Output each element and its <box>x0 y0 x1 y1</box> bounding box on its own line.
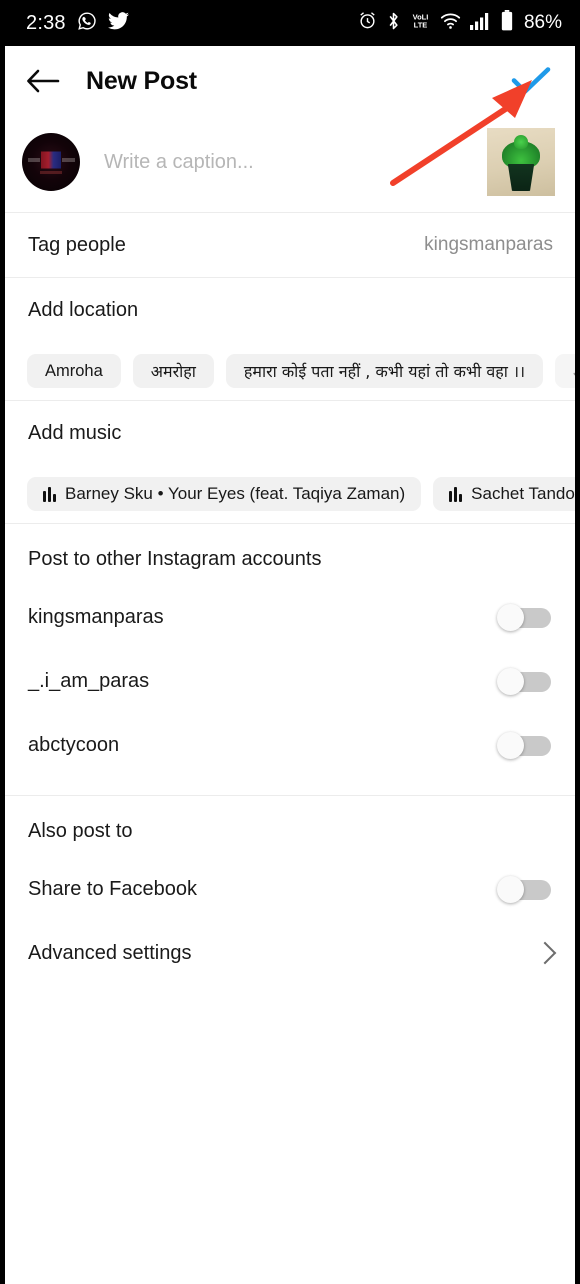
caption-input[interactable] <box>102 149 487 175</box>
toggle-knob <box>497 604 524 631</box>
check-icon <box>511 67 551 94</box>
avatar-decor-bottom <box>40 171 62 174</box>
avatar-image-content <box>41 151 61 169</box>
advanced-settings-row[interactable]: Advanced settings <box>5 921 575 985</box>
status-bar: 2:38 VoLI LTE 86% <box>0 0 580 46</box>
toggle-knob <box>497 732 524 759</box>
account-label: _.i_am_paras <box>28 669 150 692</box>
music-chip[interactable]: Sachet Tandon • Maiyya Main <box>433 477 575 511</box>
location-chip[interactable]: हमारा कोई पता नहीं , कभी यहां तो कभी वहा… <box>225 354 544 388</box>
share-to-facebook-row: Share to Facebook <box>5 857 575 921</box>
status-bar-right: VoLI LTE 86% <box>358 10 562 36</box>
music-chip-label: Barney Sku • Your Eyes (feat. Taqiya Zam… <box>65 484 406 503</box>
phone-screen: 2:38 VoLI LTE 86% New Post Write a capti… <box>0 0 580 1284</box>
status-bar-clock: 2:38 <box>26 11 66 34</box>
alarm-icon <box>358 11 377 35</box>
toggle-knob <box>497 668 524 695</box>
app-content: New Post Tag people <box>5 46 575 1284</box>
music-chip-label: Sachet Tandon • Maiyya Main <box>471 484 575 503</box>
account-toggle-i-am-paras[interactable] <box>497 668 551 695</box>
location-suggestion-chips[interactable]: Amroha अमरोहा हमारा कोई पता नहीं , कभी य… <box>5 342 575 400</box>
account-row-i-am-paras: _.i_am_paras <box>5 649 575 713</box>
share-to-facebook-label: Share to Facebook <box>28 877 197 900</box>
back-arrow-icon <box>27 69 60 93</box>
account-label: abctycoon <box>28 733 120 756</box>
advanced-settings-label: Advanced settings <box>28 941 192 964</box>
battery-percentage: 86% <box>523 12 562 33</box>
add-music-row[interactable]: Add music <box>5 401 575 465</box>
cellular-signal-icon <box>469 12 492 35</box>
tag-people-value: kingsmanparas <box>424 234 553 255</box>
location-chip[interactable]: Jewelle <box>555 354 575 388</box>
toggle-knob <box>497 876 524 903</box>
also-post-to-heading: Also post to <box>28 820 133 842</box>
account-toggle-kingsmanparas[interactable] <box>497 604 551 631</box>
tag-people-label: Tag people <box>28 233 126 256</box>
battery-icon <box>501 10 513 36</box>
page-title: New Post <box>86 66 197 95</box>
chevron-right-icon <box>533 941 557 965</box>
account-row-abctycoon: abctycoon <box>5 713 575 777</box>
add-music-label: Add music <box>28 421 122 444</box>
add-location-row[interactable]: Add location <box>5 278 575 342</box>
caption-row <box>5 116 575 212</box>
music-chip[interactable]: Barney Sku • Your Eyes (feat. Taqiya Zam… <box>27 477 422 511</box>
other-accounts-heading: Post to other Instagram accounts <box>28 548 322 570</box>
status-bar-left: 2:38 <box>26 11 129 36</box>
account-label: kingsmanparas <box>28 605 164 628</box>
tag-people-row[interactable]: Tag people kingsmanparas <box>5 213 575 277</box>
share-to-facebook-toggle[interactable] <box>497 876 551 903</box>
add-location-label: Add location <box>28 298 139 321</box>
location-chip[interactable]: Amroha <box>27 354 121 388</box>
account-row-kingsmanparas: kingsmanparas <box>5 585 575 649</box>
thumbnail-pot <box>507 164 535 191</box>
svg-text:LTE: LTE <box>414 21 428 30</box>
back-button[interactable] <box>22 60 64 102</box>
avatar-decor-right <box>62 158 75 162</box>
avatar-decor-left <box>28 158 40 162</box>
music-note-icon <box>449 486 463 502</box>
account-toggle-abctycoon[interactable] <box>497 732 551 759</box>
confirm-check-button[interactable] <box>507 57 555 105</box>
twitter-icon <box>107 11 129 35</box>
volte-icon: VoLI LTE <box>410 11 431 35</box>
music-suggestion-chips[interactable]: Barney Sku • Your Eyes (feat. Taqiya Zam… <box>5 465 575 523</box>
wifi-icon <box>440 12 461 35</box>
bluetooth-icon <box>386 11 401 36</box>
location-chip[interactable]: अमरोहा <box>132 354 214 388</box>
avatar <box>22 133 80 191</box>
whatsapp-icon <box>77 11 97 36</box>
music-note-icon <box>43 486 56 502</box>
post-thumbnail[interactable] <box>487 128 555 196</box>
app-header: New Post <box>5 46 575 116</box>
